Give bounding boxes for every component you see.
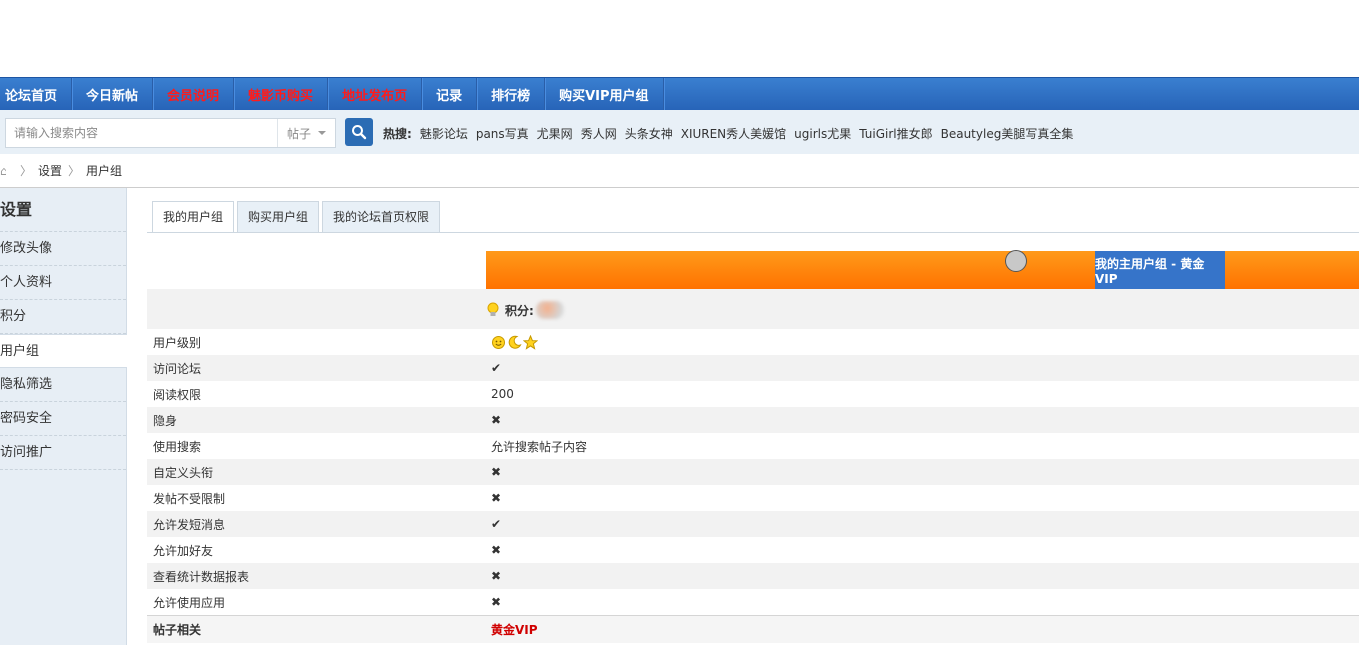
post-related-label: 帖子相关 xyxy=(153,623,202,637)
cross-icon: ✖ xyxy=(491,491,502,505)
star-icon xyxy=(523,334,538,350)
permission-row: 隐身 ✖ xyxy=(147,407,1359,433)
sidebar: 设置 修改头像 个人资料 积分 用户组 隐私筛选 密码安全 访问推广 xyxy=(0,188,127,645)
nav-item[interactable]: 会员说明 xyxy=(153,78,235,111)
permission-label: 允许发短消息 xyxy=(153,517,226,532)
sun-icon xyxy=(492,335,505,349)
permission-label: 访问论坛 xyxy=(153,361,202,376)
tab-forum-home-permissions[interactable]: 我的论坛首页权限 xyxy=(322,201,441,232)
hot-search-list: 热搜: 魅影论坛 pans写真 尤果网 秀人网 头条女神 XIUREN秀人美媛馆 ugirl… xyxy=(383,125,1081,142)
permission-row: 访问论坛 ✔ xyxy=(147,355,1359,381)
permission-label: 用户级别 xyxy=(153,335,202,350)
permission-row: 查看统计数据报表 ✖ xyxy=(147,563,1359,589)
hot-search-link[interactable]: XIUREN秀人美媛馆 xyxy=(681,125,786,142)
sidebar-item[interactable]: 访问推广 xyxy=(0,436,126,470)
tab-divider xyxy=(147,232,1359,233)
usergroup-header-bar xyxy=(486,251,1359,289)
home-icon[interactable]: ⌂ xyxy=(0,164,6,178)
hot-search-label: 热搜: xyxy=(383,127,412,141)
permission-label: 阅读权限 xyxy=(153,387,202,402)
chevron-right-icon: 〉 xyxy=(20,164,33,178)
sidebar-item[interactable]: 隐私筛选 xyxy=(0,368,126,402)
check-icon: ✔ xyxy=(491,361,502,375)
nav-item[interactable]: 今日新帖 xyxy=(72,78,154,111)
cross-icon: ✖ xyxy=(491,569,502,583)
search-type-select[interactable]: 帖子 xyxy=(277,119,335,147)
permission-label: 自定义头衔 xyxy=(153,465,214,480)
nav-item[interactable]: 购买VIP用户组 xyxy=(545,78,664,111)
permission-label: 查看统计数据报表 xyxy=(153,569,250,584)
permission-row: 自定义头衔 ✖ xyxy=(147,459,1359,485)
nav-item[interactable]: 魅影币购买 xyxy=(234,78,329,111)
permission-label: 隐身 xyxy=(153,413,178,428)
score-value-blurred xyxy=(535,301,564,319)
permission-value: 200 xyxy=(491,387,514,401)
sidebar-title: 设置 xyxy=(0,188,126,232)
permission-label: 允许使用应用 xyxy=(153,595,226,610)
sidebar-item[interactable]: 用户组 xyxy=(0,334,127,368)
sidebar-item[interactable]: 个人资料 xyxy=(0,266,126,300)
score-label: 积分: xyxy=(505,303,534,318)
permission-row: 允许加好友 ✖ xyxy=(147,537,1359,563)
nav-item[interactable]: 论坛首页 xyxy=(0,78,73,111)
level-icons xyxy=(491,334,538,350)
search-bar: 帖子 热搜: 魅影论坛 pans写真尤果网秀人网头条女神 XIUREN秀人美媛馆 ug… xyxy=(0,110,1359,154)
moon-icon xyxy=(508,335,522,349)
search-box: 帖子 xyxy=(5,118,336,148)
permission-row: 允许使用应用 ✖ xyxy=(147,589,1359,615)
search-button[interactable] xyxy=(345,118,373,146)
permission-row: 阅读权限 200 xyxy=(147,381,1359,407)
permission-label: 使用搜索 xyxy=(153,439,202,454)
score-row: 积分: xyxy=(147,289,1359,329)
hot-search-link[interactable]: ugirls尤果 xyxy=(794,125,851,142)
tab-bar: 我的用户组 购买用户组 我的论坛首页权限 xyxy=(152,201,443,233)
cross-icon: ✖ xyxy=(491,595,502,609)
cross-icon: ✖ xyxy=(491,413,502,427)
check-icon: ✔ xyxy=(491,517,502,531)
breadcrumb: ⌂ 〉 设置 〉 用户组 xyxy=(0,154,1359,188)
permission-row: 允许发短消息 ✔ xyxy=(147,511,1359,537)
hot-search-link[interactable]: 头条女神 xyxy=(625,125,673,142)
hot-search-link[interactable]: 尤果网 xyxy=(537,125,573,142)
permission-row: 用户级别 xyxy=(147,329,1359,355)
hot-search-link[interactable]: 魅影论坛 xyxy=(420,125,468,142)
sidebar-item[interactable]: 积分 xyxy=(0,300,126,334)
hot-search-link[interactable]: pans写真 xyxy=(476,125,529,142)
permission-label: 允许加好友 xyxy=(153,543,214,558)
tab-my-usergroup[interactable]: 我的用户组 xyxy=(152,201,235,233)
post-related-row: 帖子相关 黄金VIP xyxy=(147,615,1359,643)
breadcrumb-item-usergroup: 用户组 xyxy=(86,164,123,178)
permissions-table: 积分: 用户级别访问论坛 ✔ 阅读权限 200 隐身 ✖ 使用搜索 允许搜索帖子内容自定义头衔… xyxy=(147,289,1359,643)
sidebar-item[interactable]: 修改头像 xyxy=(0,232,126,266)
main-nav-bar: 论坛首页 今日新帖 会员说明 魅影币购买 地址发布页 记录 排行榜 购买VIP用户组 xyxy=(0,77,1359,111)
nav-item[interactable]: 排行榜 xyxy=(477,78,546,111)
cross-icon: ✖ xyxy=(491,543,502,557)
hot-search-link[interactable]: Beautyleg美腿写真全集 xyxy=(941,125,1074,142)
nav-item[interactable]: 记录 xyxy=(422,78,478,111)
hot-search-link[interactable]: TuiGirl推女郎 xyxy=(859,125,932,142)
search-icon xyxy=(352,125,367,140)
search-type-label: 帖子 xyxy=(287,126,312,141)
hot-search-link[interactable]: 秀人网 xyxy=(581,125,617,142)
lightbulb-icon xyxy=(487,302,499,316)
mouse-cursor-indicator xyxy=(1005,250,1027,272)
chevron-right-icon: 〉 xyxy=(68,164,81,178)
permission-label: 发帖不受限制 xyxy=(153,491,226,506)
post-related-value: 黄金VIP xyxy=(491,623,538,637)
chevron-down-icon xyxy=(318,131,326,135)
sidebar-item[interactable]: 密码安全 xyxy=(0,402,126,436)
usergroup-name: 我的主用户组 - 黄金VIP xyxy=(1095,251,1225,289)
cross-icon: ✖ xyxy=(491,465,502,479)
permission-row: 发帖不受限制 ✖ xyxy=(147,485,1359,511)
nav-item[interactable]: 地址发布页 xyxy=(328,78,423,111)
search-input[interactable] xyxy=(6,119,276,147)
breadcrumb-item-settings[interactable]: 设置 xyxy=(38,162,62,179)
tab-buy-usergroup[interactable]: 购买用户组 xyxy=(237,201,320,232)
permission-row: 使用搜索 允许搜索帖子内容 xyxy=(147,433,1359,459)
permission-value: 允许搜索帖子内容 xyxy=(491,439,588,454)
